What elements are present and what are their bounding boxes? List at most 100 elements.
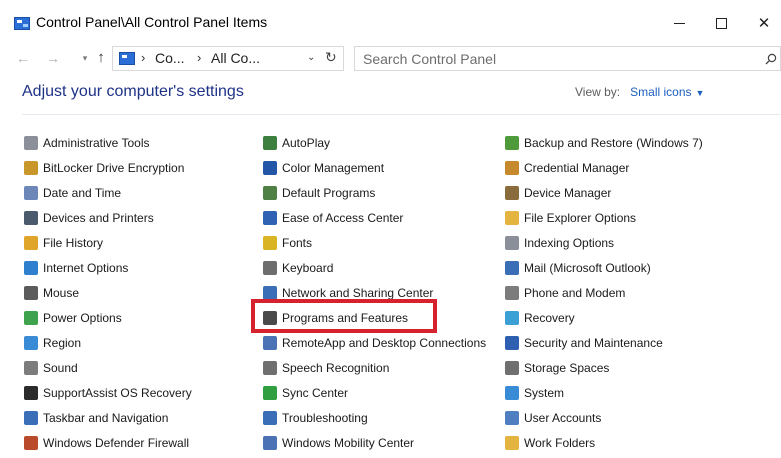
item-label: Windows Defender Firewall: [43, 435, 190, 450]
breadcrumb-all-items[interactable]: All Co...: [211, 50, 260, 66]
window-title: Control Panel\All Control Panel Items: [36, 14, 268, 30]
control-panel-item[interactable]: BitLocker Drive Encryption: [24, 155, 192, 180]
control-panel-item[interactable]: Internet Options: [24, 255, 192, 280]
fonts-icon: [263, 235, 277, 250]
item-label: File History: [43, 235, 104, 250]
default-programs-icon: [263, 185, 277, 200]
item-label: Troubleshooting: [282, 410, 368, 425]
item-label: Recovery: [524, 310, 575, 325]
control-panel-item[interactable]: User Accounts: [505, 405, 703, 430]
clock-icon: [24, 185, 38, 200]
address-bar[interactable]: › Co... › All Co... ⌄ ↻: [112, 46, 344, 71]
close-button[interactable]: ✕: [749, 10, 779, 36]
back-button[interactable]: ←: [14, 48, 32, 68]
chevron-down-icon[interactable]: ⌄: [307, 52, 315, 63]
control-panel-item[interactable]: Mail (Microsoft Outlook): [505, 255, 703, 280]
control-panel-item[interactable]: Windows Mobility Center: [263, 430, 486, 455]
item-label: Phone and Modem: [524, 285, 626, 300]
control-panel-item[interactable]: File Explorer Options: [505, 205, 703, 230]
control-panel-item[interactable]: AutoPlay: [263, 130, 486, 155]
item-label: Credential Manager: [524, 160, 630, 175]
page-title: Adjust your computer's settings: [22, 83, 244, 100]
minimize-icon: [673, 22, 685, 24]
title-bar: Control Panel\All Control Panel Items ✕: [0, 0, 781, 40]
ease-of-access-icon: [263, 210, 277, 225]
view-by-dropdown[interactable]: Small icons: [630, 85, 691, 99]
item-label: Region: [43, 335, 82, 350]
storage-icon: [505, 360, 519, 375]
item-label: Backup and Restore (Windows 7): [524, 135, 703, 150]
control-panel-item[interactable]: Fonts: [263, 230, 486, 255]
control-panel-item[interactable]: SupportAssist OS Recovery: [24, 380, 192, 405]
control-panel-item[interactable]: Sync Center: [263, 380, 486, 405]
item-label: RemoteApp and Desktop Connections: [282, 335, 487, 350]
up-button[interactable]: ↑: [92, 48, 110, 68]
control-panel-item[interactable]: Security and Maintenance: [505, 330, 703, 355]
chevron-down-icon[interactable]: ▼: [696, 88, 705, 98]
user-accounts-icon: [505, 410, 519, 425]
item-label: BitLocker Drive Encryption: [43, 160, 185, 175]
control-panel-item[interactable]: Work Folders: [505, 430, 703, 455]
firewall-icon: [24, 435, 38, 450]
bitlocker-icon: [24, 160, 38, 175]
control-panel-item[interactable]: Region: [24, 330, 192, 355]
item-label: Device Manager: [524, 185, 612, 200]
control-panel-icon: [119, 52, 135, 65]
control-panel-item[interactable]: Date and Time: [24, 180, 192, 205]
search-placeholder: Search Control Panel: [363, 51, 497, 67]
control-panel-item[interactable]: Devices and Printers: [24, 205, 192, 230]
control-panel-item[interactable]: Windows Defender Firewall: [24, 430, 192, 455]
item-label: Ease of Access Center: [282, 210, 404, 225]
system-icon: [505, 385, 519, 400]
control-panel-item[interactable]: Power Options: [24, 305, 192, 330]
control-panel-item[interactable]: Sound: [24, 355, 192, 380]
control-panel-item[interactable]: Administrative Tools: [24, 130, 192, 155]
item-label: File Explorer Options: [524, 210, 637, 225]
item-label: Power Options: [43, 310, 122, 325]
minimize-button[interactable]: [664, 10, 694, 36]
item-label: Storage Spaces: [524, 360, 610, 375]
search-icon[interactable]: [765, 53, 777, 65]
item-label: Internet Options: [43, 260, 129, 275]
control-panel-item[interactable]: Default Programs: [263, 180, 486, 205]
control-panel-item[interactable]: File History: [24, 230, 192, 255]
control-panel-icon: [14, 17, 30, 30]
maximize-button[interactable]: [706, 10, 736, 36]
item-label: Mail (Microsoft Outlook): [524, 260, 651, 275]
control-panel-item[interactable]: Phone and Modem: [505, 280, 703, 305]
search-input[interactable]: Search Control Panel: [354, 46, 781, 71]
item-label: AutoPlay: [282, 135, 331, 150]
control-panel-item[interactable]: System: [505, 380, 703, 405]
item-label: Work Folders: [524, 435, 596, 450]
control-panel-item[interactable]: Storage Spaces: [505, 355, 703, 380]
control-panel-item[interactable]: Ease of Access Center: [263, 205, 486, 230]
breadcrumb-control-panel[interactable]: Co...: [155, 50, 185, 66]
item-label: Color Management: [282, 160, 385, 175]
item-label: Keyboard: [282, 260, 334, 275]
speaker-icon: [24, 360, 38, 375]
control-panel-item[interactable]: Indexing Options: [505, 230, 703, 255]
control-panel-item[interactable]: Taskbar and Navigation: [24, 405, 192, 430]
autoplay-icon: [263, 135, 277, 150]
control-panel-item[interactable]: Backup and Restore (Windows 7): [505, 130, 703, 155]
network-icon: [263, 285, 277, 300]
control-panel-item[interactable]: Keyboard: [263, 255, 486, 280]
control-panel-item[interactable]: Color Management: [263, 155, 486, 180]
control-panel-item[interactable]: Mouse: [24, 280, 192, 305]
control-panel-item[interactable]: Device Manager: [505, 180, 703, 205]
highlight-box: [251, 299, 437, 333]
mouse-icon: [24, 285, 38, 300]
indexing-icon: [505, 235, 519, 250]
items-column-1: Administrative Tools BitLocker Drive Encr…: [24, 130, 192, 455]
control-panel-item[interactable]: Recovery: [505, 305, 703, 330]
backup-icon: [505, 135, 519, 150]
close-icon: ✕: [757, 15, 771, 32]
power-icon: [24, 310, 38, 325]
forward-button[interactable]: →: [44, 48, 62, 68]
refresh-icon[interactable]: ↻: [325, 49, 337, 66]
control-panel-item[interactable]: Speech Recognition: [263, 355, 486, 380]
item-label: Security and Maintenance: [524, 335, 663, 350]
control-panel-item[interactable]: RemoteApp and Desktop Connections: [263, 330, 486, 355]
control-panel-item[interactable]: Troubleshooting: [263, 405, 486, 430]
control-panel-item[interactable]: Credential Manager: [505, 155, 703, 180]
